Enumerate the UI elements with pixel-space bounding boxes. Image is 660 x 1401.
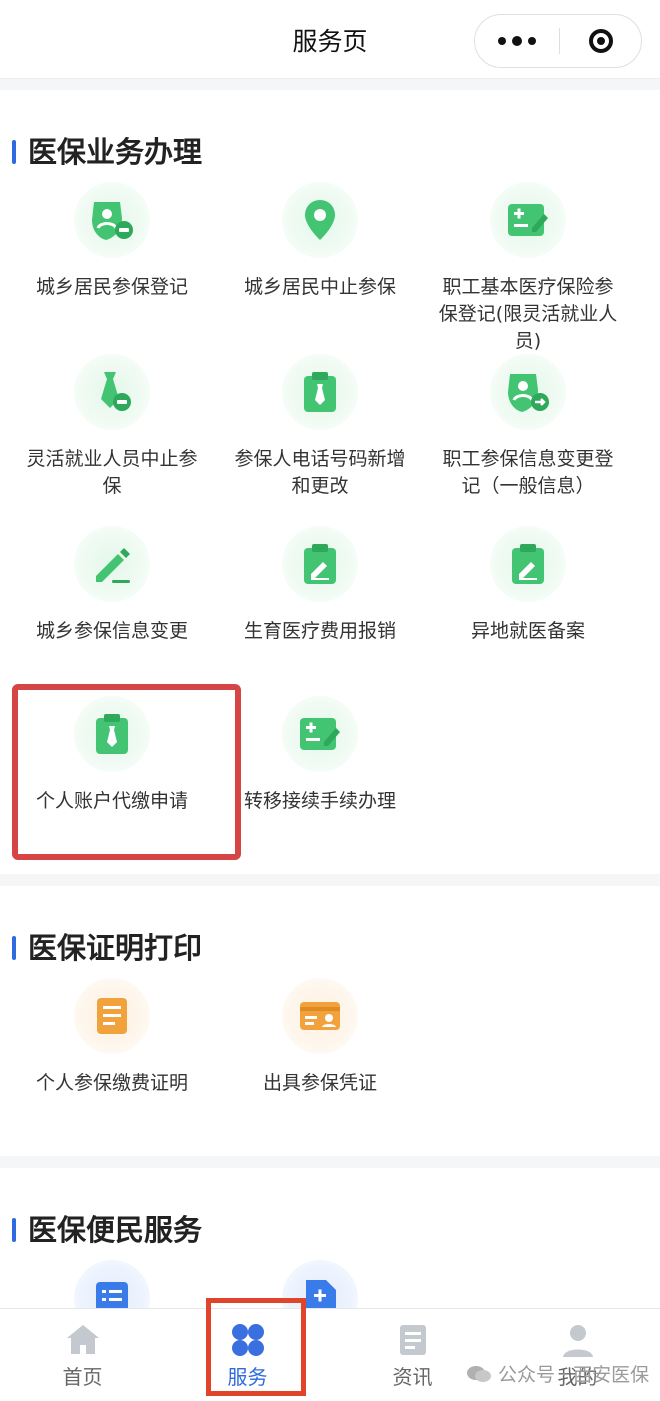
watermark-text: 公众号 · 西安医保 bbox=[498, 1364, 650, 1386]
tab-home[interactable]: 首页 bbox=[0, 1309, 165, 1401]
service-label: 城乡居民参保登记 bbox=[35, 276, 188, 298]
service-label: 城乡居民中止参保 bbox=[243, 276, 396, 298]
form-edit-icon bbox=[282, 696, 358, 772]
watermark: 公众号 · 西安医保 bbox=[466, 1360, 649, 1387]
clipboard-pen-icon bbox=[490, 526, 566, 602]
bottom-tab-bar: 首页 服务 资讯 我的 bbox=[0, 1308, 660, 1401]
service-label: 出具参保凭证 bbox=[262, 1072, 377, 1094]
document-list-icon bbox=[74, 978, 150, 1054]
clipboard-tie-icon bbox=[282, 354, 358, 430]
mini-program-capsule bbox=[474, 14, 642, 68]
top-nav-bar: 服务页 bbox=[0, 0, 660, 79]
news-icon bbox=[400, 1325, 426, 1355]
home-icon bbox=[67, 1325, 99, 1354]
section-title: 医保证明打印 bbox=[12, 930, 202, 966]
tab-label: 首页 bbox=[62, 1365, 103, 1389]
section-certificate: 医保证明打印 个人参保缴费证明 出具参保凭证 bbox=[0, 886, 660, 1156]
more-menu-button[interactable] bbox=[475, 15, 559, 67]
tab-news[interactable]: 资讯 bbox=[330, 1309, 495, 1401]
tab-mine[interactable]: 我的 bbox=[495, 1309, 660, 1401]
tie-minus-icon bbox=[74, 354, 150, 430]
person-shield-minus-icon bbox=[74, 182, 150, 258]
section-title: 医保业务办理 bbox=[12, 134, 202, 170]
highlight-box bbox=[12, 684, 241, 860]
location-pin-icon bbox=[282, 182, 358, 258]
target-circle-icon bbox=[589, 29, 613, 53]
service-label: 生育医疗费用报销 bbox=[243, 620, 396, 642]
service-label: 异地就医备案 bbox=[470, 620, 585, 642]
section-convenience: 医保便民服务 bbox=[0, 1168, 660, 1308]
list-icon bbox=[74, 1260, 150, 1308]
service-label: 个人参保缴费证明 bbox=[35, 1072, 188, 1094]
pencil-icon bbox=[74, 526, 150, 602]
service-label: 转移接续手续办理 bbox=[243, 790, 396, 812]
close-mini-program-button[interactable] bbox=[559, 15, 643, 67]
service-label: 城乡参保信息变更 bbox=[35, 620, 188, 642]
user-icon bbox=[563, 1325, 593, 1357]
id-card-icon bbox=[282, 978, 358, 1054]
wechat-icon bbox=[467, 1365, 491, 1382]
form-edit-icon bbox=[490, 182, 566, 258]
clipboard-pen-icon bbox=[282, 526, 358, 602]
person-shield-arrow-icon bbox=[490, 354, 566, 430]
tab-highlight-box bbox=[206, 1298, 306, 1396]
service-label: 参保人电话号码新增和更改 bbox=[234, 448, 406, 497]
service-label: 灵活就业人员中止参保 bbox=[26, 448, 198, 497]
service-label: 职工基本医疗保险参保登记(限灵活就业人员) bbox=[438, 276, 618, 352]
section-title: 医保便民服务 bbox=[12, 1212, 202, 1248]
more-dots-icon bbox=[498, 37, 506, 45]
service-label: 职工参保信息变更登记（一般信息） bbox=[442, 448, 614, 497]
